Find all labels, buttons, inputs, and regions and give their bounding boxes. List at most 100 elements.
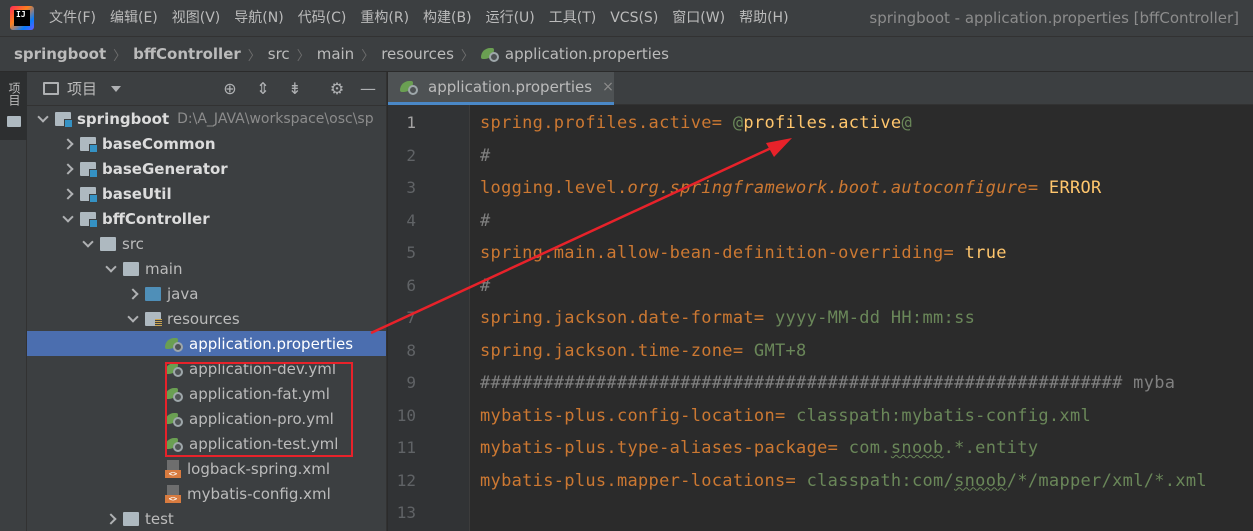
- tree-item-label: application-dev.yml: [189, 359, 337, 378]
- breadcrumb-item[interactable]: resources: [381, 45, 454, 63]
- code-token: spring.profiles.active: [480, 113, 712, 133]
- project-tool-tab[interactable]: 项目: [0, 72, 27, 140]
- editor-tab-bar: application.properties ×: [388, 72, 1253, 105]
- tree-item[interactable]: application.properties: [27, 331, 386, 356]
- code-token: =: [943, 243, 965, 263]
- tree-item-label: test: [145, 509, 174, 528]
- menu-item[interactable]: 帮助(H): [732, 0, 795, 36]
- intellij-logo-icon: IJ: [10, 6, 34, 30]
- breadcrumb-separator: 〉: [296, 48, 310, 64]
- gear-icon[interactable]: ⚙: [328, 80, 346, 98]
- tree-item[interactable]: logback-spring.xml: [27, 456, 386, 481]
- tree-item-label: mybatis-config.xml: [187, 484, 331, 503]
- chevron-right-icon[interactable]: [62, 138, 74, 150]
- tree-item[interactable]: resources: [27, 306, 386, 331]
- line-number: 5: [406, 243, 416, 262]
- code-line: #: [480, 270, 491, 302]
- close-icon[interactable]: ×: [602, 79, 614, 95]
- breadcrumb-item[interactable]: springboot: [14, 45, 106, 63]
- spring-config-icon: [480, 46, 499, 62]
- menu-item[interactable]: 构建(B): [416, 0, 479, 36]
- breadcrumb-item[interactable]: application.properties: [505, 45, 669, 63]
- collapse-all-icon[interactable]: ⇟: [286, 80, 304, 98]
- tree-item[interactable]: application-pro.yml: [27, 406, 386, 431]
- code-token: mybatis-plus.type-aliases-package: [480, 438, 828, 458]
- code-token: spring.jackson.time-zone: [480, 340, 733, 361]
- menu-item[interactable]: 窗口(W): [665, 0, 732, 36]
- tree-item[interactable]: test: [27, 506, 386, 531]
- menu-item[interactable]: 视图(V): [165, 0, 228, 36]
- menu-item[interactable]: 工具(T): [542, 0, 603, 36]
- breadcrumb-item[interactable]: src: [268, 45, 290, 63]
- project-view-selector[interactable]: 项目: [67, 78, 97, 99]
- code-token: spring.jackson.date-format: [480, 308, 754, 328]
- module-folder-icon: [80, 186, 98, 203]
- menu-bar: IJ 文件(F) 编辑(E) 视图(V) 导航(N) 代码(C) 重构(R) 构建(B) 运行…: [0, 0, 1253, 36]
- menu-item[interactable]: VCS(S): [603, 0, 665, 36]
- code-line: mybatis-plus.type-aliases-package= com.s…: [480, 432, 1038, 464]
- tool-window-strip: 项目: [0, 72, 27, 531]
- tree-item[interactable]: springboot D:\A_JAVA\workspace\osc\sp: [27, 106, 386, 131]
- tree-item[interactable]: src: [27, 231, 386, 256]
- chevron-down-icon[interactable]: [62, 213, 74, 225]
- tree-item-label: resources: [167, 309, 240, 328]
- tree-item[interactable]: application-test.yml: [27, 431, 386, 456]
- tree-item[interactable]: baseCommon: [27, 131, 386, 156]
- menu-item[interactable]: 代码(C): [291, 0, 354, 36]
- breadcrumb: springboot 〉 bffController 〉 src 〉 main 〉 resour…: [0, 36, 1253, 72]
- chevron-down-icon[interactable]: [105, 263, 117, 275]
- menu-item[interactable]: 重构(R): [353, 0, 416, 36]
- chevron-down-icon[interactable]: [37, 113, 49, 125]
- tree-item-label: application-fat.yml: [189, 384, 330, 403]
- chevron-right-icon[interactable]: [105, 513, 117, 525]
- tree-item[interactable]: mybatis-config.xml: [27, 481, 386, 506]
- line-number: 12: [396, 470, 416, 490]
- code-token: =: [732, 340, 754, 361]
- code-token: =: [785, 470, 807, 491]
- chevron-right-icon[interactable]: [62, 188, 74, 200]
- tree-item[interactable]: java: [27, 281, 386, 306]
- spring-config-icon: [165, 336, 183, 352]
- module-folder-icon: [80, 161, 98, 178]
- code-token: =: [774, 405, 797, 426]
- project-panel-header: 项目 ⊕ ⇕ ⇟ ⚙ —: [27, 72, 386, 106]
- tree-item[interactable]: bffController: [27, 206, 386, 231]
- chevron-right-icon[interactable]: [127, 288, 139, 300]
- tree-item[interactable]: main: [27, 256, 386, 281]
- menu-item[interactable]: 编辑(E): [103, 0, 165, 36]
- breadcrumb-separator: 〉: [361, 48, 375, 64]
- tree-item[interactable]: baseGenerator: [27, 156, 386, 181]
- tree-item[interactable]: baseUtil: [27, 181, 386, 206]
- line-number: 8: [406, 340, 416, 360]
- code-token: =: [827, 438, 849, 458]
- breadcrumb-item[interactable]: bffController: [133, 45, 241, 63]
- project-view-icon: [43, 82, 59, 95]
- line-number: 9: [406, 373, 416, 392]
- code-token: snoob: [954, 470, 1007, 491]
- chevron-down-icon[interactable]: [127, 313, 139, 325]
- code-editor[interactable]: spring.profiles.active= @profiles.active…: [471, 105, 1253, 531]
- code-line: spring.jackson.time-zone= GMT+8: [480, 335, 807, 367]
- expand-all-icon[interactable]: ⇕: [254, 80, 272, 98]
- minimize-icon[interactable]: —: [359, 80, 377, 98]
- menu-item[interactable]: 文件(F): [42, 0, 103, 36]
- breadcrumb-item[interactable]: main: [317, 45, 354, 63]
- tree-item[interactable]: application-fat.yml: [27, 381, 386, 406]
- menu-item[interactable]: 运行(U): [479, 0, 542, 36]
- menu-item[interactable]: 导航(N): [227, 0, 290, 36]
- code-token: ########################################…: [480, 373, 1176, 393]
- code-token: =: [1027, 178, 1049, 198]
- tab-application-properties[interactable]: application.properties ×: [388, 72, 614, 105]
- chevron-down-icon[interactable]: [82, 238, 94, 250]
- tree-item-label: main: [145, 259, 183, 278]
- tree-item[interactable]: application-dev.yml: [27, 356, 386, 381]
- chevron-down-icon[interactable]: [111, 85, 122, 92]
- tree-item-label: springboot: [77, 109, 170, 128]
- code-token: yyyy-MM-dd HH:mm:ss: [774, 308, 976, 328]
- breadcrumb-separator: 〉: [460, 48, 474, 64]
- crosshair-icon[interactable]: ⊕: [221, 80, 239, 98]
- tree-item-label: java: [167, 284, 199, 303]
- chevron-right-icon[interactable]: [62, 163, 74, 175]
- line-number: 3: [406, 178, 416, 197]
- folder-icon: [7, 116, 21, 127]
